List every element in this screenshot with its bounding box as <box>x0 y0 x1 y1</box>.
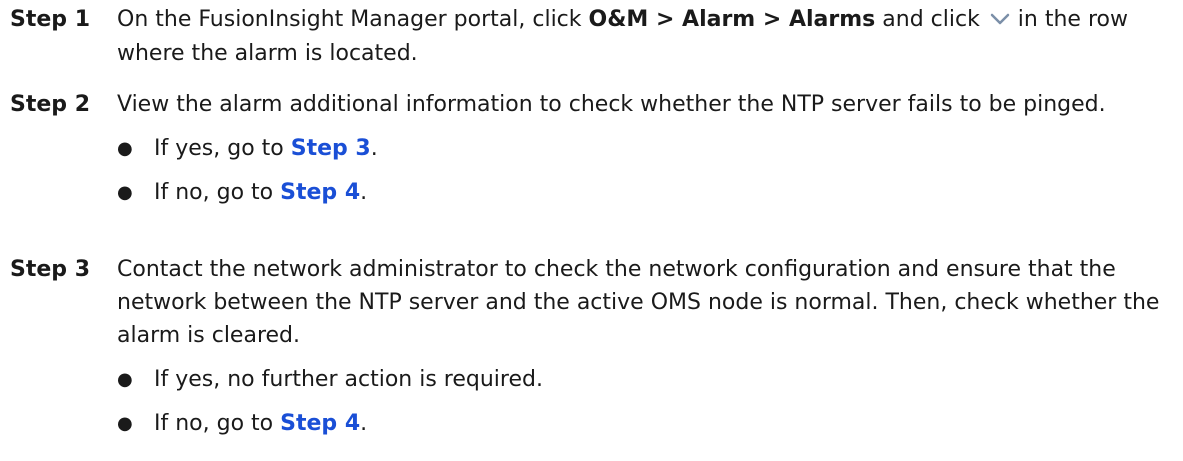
step-label: Step 1 <box>10 7 90 32</box>
procedure-document: Step 1 On the FusionInsight Manager port… <box>0 0 1183 461</box>
bullet-icon: ● <box>117 369 133 390</box>
list-item: ● If no, go to Step 4. <box>117 176 1175 209</box>
step-4-link[interactable]: Step 4 <box>280 180 360 205</box>
bullet-icon: ● <box>117 413 133 434</box>
step-4-link[interactable]: Step 4 <box>280 411 360 436</box>
bullet-list: ● If yes, no further action is required. … <box>117 363 1175 440</box>
bullet-list: ● If yes, go to Step 3. ● If no, go to Ste… <box>117 132 1175 209</box>
step-label: Step 3 <box>10 257 90 282</box>
chevron-down-icon <box>989 4 1011 37</box>
list-item: ● If yes, no further action is required. <box>117 363 1175 396</box>
list-item: ● If yes, go to Step 3. <box>117 132 1175 165</box>
step-text: On the FusionInsight Manager portal, cli… <box>117 3 1175 70</box>
list-item: ● If no, go to Step 4. <box>117 407 1175 440</box>
bullet-icon: ● <box>117 138 133 159</box>
step-label: Step 2 <box>10 92 90 117</box>
step-text: View the alarm additional information to… <box>117 92 1106 117</box>
step-3-link[interactable]: Step 3 <box>291 136 371 161</box>
bullet-icon: ● <box>117 182 133 203</box>
step-body: On the FusionInsight Manager portal, cli… <box>117 3 1175 70</box>
menu-path: O&M > Alarm > Alarms <box>588 7 876 32</box>
step-text: Contact the network administrator to che… <box>117 257 1160 348</box>
step-body: View the alarm additional information to… <box>117 88 1175 209</box>
step-body: Contact the network administrator to che… <box>117 253 1175 440</box>
